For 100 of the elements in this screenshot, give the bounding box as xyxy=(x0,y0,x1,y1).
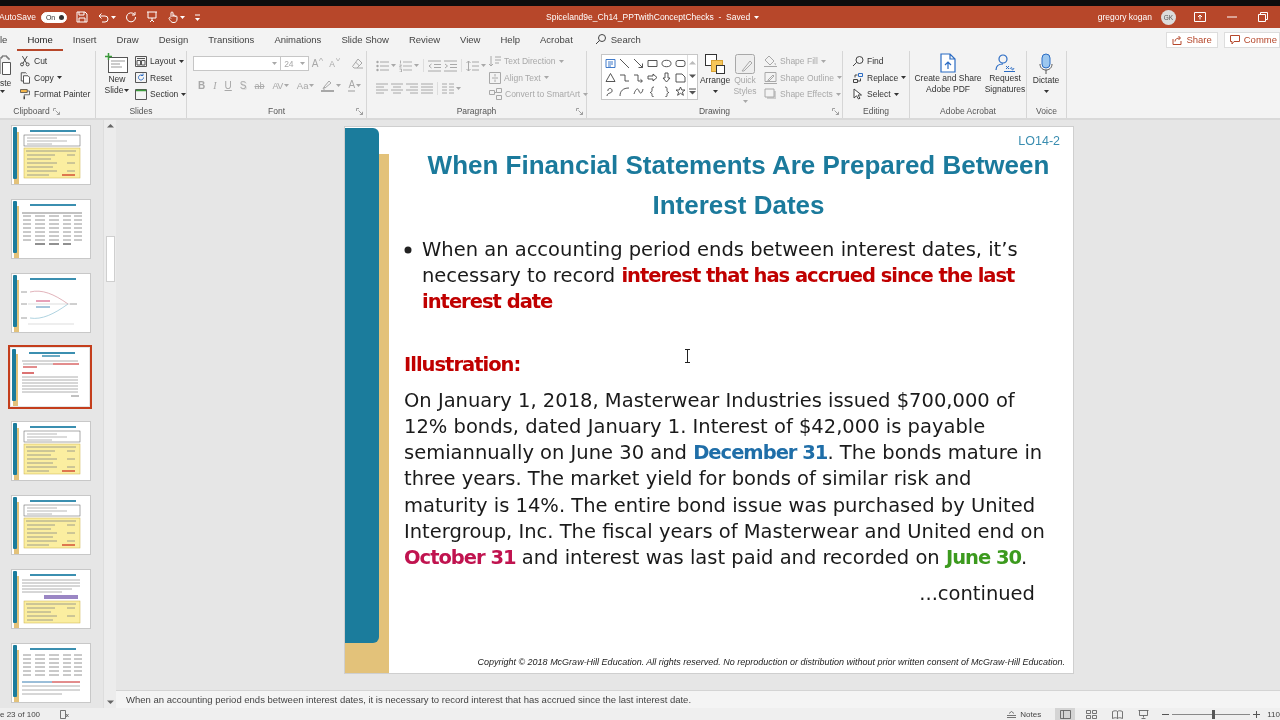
zoom-level[interactable]: 110 xyxy=(1267,709,1280,719)
line-icon[interactable] xyxy=(619,57,630,69)
slide-thumbnail[interactable] xyxy=(11,495,91,555)
ribbon-tab[interactable]: Slide Show xyxy=(331,28,399,51)
undo-icon[interactable] xyxy=(96,11,109,23)
comments-button[interactable]: Comme xyxy=(1223,31,1280,48)
slide-thumbnail[interactable] xyxy=(8,345,92,409)
redo-icon[interactable] xyxy=(124,11,137,23)
outdent-icon xyxy=(428,59,441,72)
search-button[interactable]: Search xyxy=(584,28,651,51)
dialog-launcher-icon[interactable] xyxy=(576,107,583,115)
find-button[interactable]: Find xyxy=(850,53,909,70)
group-label: Paragraph xyxy=(456,106,497,116)
arrow-line-icon[interactable] xyxy=(633,57,644,69)
notes-pane[interactable]: When an accounting period ends between interest dates, it is necessary to record interest that has accrued since the last interest date. xyxy=(116,690,1280,708)
caret-icon xyxy=(456,87,461,90)
ribbon-tab[interactable]: Insert xyxy=(62,28,107,51)
customize-toolbar-icon[interactable] xyxy=(193,12,201,22)
presentation-icon[interactable] xyxy=(145,11,158,23)
format-painter-button[interactable]: Format Painter xyxy=(17,86,93,103)
shapes-gallery[interactable] xyxy=(601,54,698,100)
star-icon[interactable] xyxy=(675,85,686,97)
ribbon-tab[interactable]: le xyxy=(0,28,18,51)
dictate-button[interactable]: Dictate xyxy=(1028,51,1064,104)
reset-icon xyxy=(135,72,147,84)
zoom-slider-thumb[interactable] xyxy=(1211,709,1215,719)
notes-button[interactable]: Notes xyxy=(1007,709,1042,719)
section-button[interactable]: Section xyxy=(133,86,189,103)
dialog-launcher-icon[interactable] xyxy=(53,107,60,115)
curve-icon[interactable] xyxy=(633,85,644,97)
new-slide-icon xyxy=(105,53,129,74)
ribbon-tab[interactable]: Design xyxy=(148,28,199,51)
caret-icon xyxy=(283,84,289,87)
triangle-icon[interactable] xyxy=(605,71,616,83)
normal-view-icon xyxy=(1059,709,1071,719)
bullet-list-icon xyxy=(376,59,389,72)
scroll-down-icon[interactable] xyxy=(105,699,115,706)
ribbon-tab[interactable]: Help xyxy=(490,28,531,51)
bullet-text: When an accounting period ends between interest dates, it’s necessary to record interest that has accrued since the last interest date xyxy=(422,237,1019,315)
slide-thumbnail[interactable] xyxy=(11,125,91,185)
notes-text: When an accounting period ends between interest dates, it is necessary to record interest that has accrued since the last interest date. xyxy=(126,694,692,705)
copyright-text: Copyright © 2018 McGraw-Hill Education. All rights reserved. No reproduction or distribution without prior written consent of McGraw-Hill Education. xyxy=(477,656,1065,668)
freeform-icon[interactable] xyxy=(605,85,616,97)
slide-thumbnail[interactable] xyxy=(11,569,91,629)
elbow-arrow-icon[interactable] xyxy=(633,71,644,83)
share-icon xyxy=(1172,34,1183,45)
new-slide-button[interactable]: New Slide xyxy=(101,51,133,104)
thumbnail-scrollbar[interactable] xyxy=(103,120,116,708)
slide-thumbnail[interactable] xyxy=(11,421,91,481)
text-box-icon[interactable] xyxy=(605,57,616,69)
share-button[interactable]: Share xyxy=(1166,31,1218,48)
group-label: Font xyxy=(268,106,285,116)
gallery-scroll-down-icon[interactable] xyxy=(689,73,696,79)
down-arrow-icon[interactable] xyxy=(661,71,672,83)
slide-thumbnail[interactable] xyxy=(11,273,91,333)
select-button[interactable]: Select xyxy=(850,86,909,103)
scroll-thumb[interactable] xyxy=(105,236,115,282)
gallery-more-icon[interactable] xyxy=(689,87,696,95)
reset-button[interactable]: Reset xyxy=(133,69,189,86)
caret-icon xyxy=(336,84,342,87)
caret-icon xyxy=(583,92,589,96)
layout-button[interactable]: Layout xyxy=(133,53,189,70)
zoom-in-icon[interactable] xyxy=(1253,710,1261,718)
replace-button[interactable]: Replace xyxy=(850,69,909,86)
arc-icon[interactable] xyxy=(619,85,630,97)
restore-icon[interactable] xyxy=(1258,12,1268,22)
illustration-heading: Illustration: xyxy=(404,352,521,378)
ribbon-tab[interactable]: Acrobat xyxy=(530,28,583,51)
group-label: Editing xyxy=(863,106,889,116)
numbered-list-icon xyxy=(399,59,412,72)
pencil-icon xyxy=(764,71,777,84)
copy-button[interactable]: Copy xyxy=(17,69,93,86)
spelling-check-icon[interactable] xyxy=(60,709,70,719)
text-cursor-icon xyxy=(684,349,691,363)
ribbon-tab[interactable]: View xyxy=(450,28,491,51)
request-signatures-button[interactable]: Request Signatures xyxy=(984,51,1026,104)
ribbon-tab[interactable]: Draw xyxy=(106,28,149,51)
paste-button[interactable]: ste xyxy=(0,51,13,104)
ribbon-tab[interactable]: Animations xyxy=(264,28,332,51)
caret-icon xyxy=(820,59,826,63)
caret-icon xyxy=(124,88,130,92)
slide-thumbnail[interactable] xyxy=(11,199,91,259)
right-arrow-icon[interactable] xyxy=(647,71,658,83)
rectangle-icon[interactable] xyxy=(647,57,658,69)
create-pdf-button[interactable]: Create and Share Adobe PDF xyxy=(912,51,984,104)
justify-icon xyxy=(421,83,433,94)
ribbon-tab[interactable]: Transitions xyxy=(198,28,265,51)
illustration-paragraph: On January 1, 2018, Masterwear Industries issued $700,000 of 12% bonds, dated January 1. Interest of $42,000 is payable semiannually on June 30 and December 31. The bonds mature in three years. The market yield for bonds of similar risk and maturity is 14%. The entire bond issue was purchased by United Intergroup, Inc. The fiscal years of Masterwear and United end on October 31 and interest was last paid and recorded on June 30. xyxy=(404,388,1046,571)
save-icon[interactable] xyxy=(75,11,88,23)
dialog-launcher-icon[interactable] xyxy=(832,107,839,115)
slide-thumbnail[interactable] xyxy=(11,643,91,703)
scroll-up-icon[interactable] xyxy=(105,122,115,129)
dialog-launcher-icon[interactable] xyxy=(356,107,363,115)
ribbon-tab[interactable]: Review xyxy=(398,28,451,51)
hand-pointer-icon[interactable] xyxy=(166,11,178,23)
normal-view-button[interactable] xyxy=(1055,708,1076,720)
ribbon-display-options-icon[interactable] xyxy=(1194,12,1206,22)
cut-button[interactable]: Cut xyxy=(17,53,93,70)
arrange-button[interactable]: Arrange xyxy=(699,51,731,104)
ribbon-tab[interactable]: Home xyxy=(17,28,63,51)
